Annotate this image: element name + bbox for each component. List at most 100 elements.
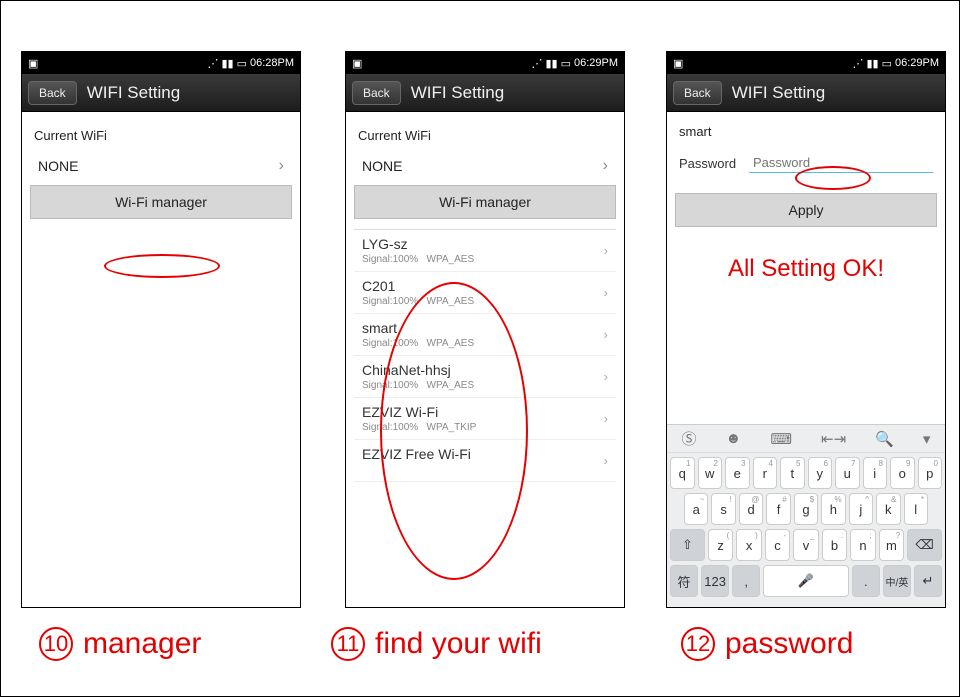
wifi-item[interactable]: EZVIZ Free Wi-Fi › bbox=[354, 440, 616, 482]
wifi-item[interactable]: LYG-szSignal:100% WPA_AES› bbox=[354, 230, 616, 272]
title-bar: Back WIFI Setting bbox=[667, 74, 945, 112]
step-number: 10 bbox=[39, 627, 73, 661]
key-g[interactable]: $g bbox=[794, 493, 818, 525]
chevron-right-icon: › bbox=[604, 243, 608, 258]
step-text: find your wifi bbox=[375, 627, 542, 661]
key-backspace[interactable]: ⌫ bbox=[907, 529, 942, 561]
annotation-circle bbox=[104, 254, 220, 278]
status-time: 06:29PM bbox=[574, 57, 618, 69]
caption-12: 12 password bbox=[681, 627, 853, 661]
chevron-right-icon: › bbox=[604, 327, 608, 342]
current-wifi-label: Current WiFi bbox=[358, 128, 616, 143]
status-bar: ▣ ⋰ ▮▮ ▭ 06:29PM bbox=[346, 52, 624, 74]
signal-icon: ▮▮ bbox=[866, 57, 878, 70]
wifi-icon: ⋰ bbox=[207, 57, 218, 70]
kb-row-4: 符 123 , 🎤 . 中/英 ↵ bbox=[670, 565, 942, 597]
key-q[interactable]: 1q bbox=[670, 457, 695, 489]
key-f[interactable]: #f bbox=[766, 493, 790, 525]
collapse-icon[interactable]: ▾ bbox=[923, 430, 931, 448]
phone-2: ▣ ⋰ ▮▮ ▭ 06:29PM Back WIFI Setting Curre… bbox=[345, 51, 625, 608]
key-x[interactable]: )x bbox=[736, 529, 761, 561]
key-s[interactable]: !s bbox=[711, 493, 735, 525]
chevron-right-icon: › bbox=[279, 157, 284, 175]
key-y[interactable]: 6y bbox=[808, 457, 833, 489]
page-title: WIFI Setting bbox=[411, 83, 505, 103]
kb-search-icon[interactable]: 🔍 bbox=[875, 430, 894, 448]
key-i[interactable]: 8i bbox=[863, 457, 888, 489]
current-wifi-row[interactable]: NONE › bbox=[30, 147, 292, 185]
key-w[interactable]: 2w bbox=[698, 457, 723, 489]
cursor-icon[interactable]: ⇤⇥ bbox=[821, 430, 846, 448]
status-bar: ▣ ⋰ ▮▮ ▭ 06:29PM bbox=[667, 52, 945, 74]
wifi-item[interactable]: ChinaNet-hhsjSignal:100% WPA_AES› bbox=[354, 356, 616, 398]
chevron-right-icon: › bbox=[604, 411, 608, 426]
key-z[interactable]: (z bbox=[708, 529, 733, 561]
all-ok-text: All Setting OK! bbox=[675, 255, 937, 283]
wifi-item[interactable]: smartSignal:100% WPA_AES› bbox=[354, 314, 616, 356]
key-t[interactable]: 5t bbox=[780, 457, 805, 489]
title-bar: Back WIFI Setting bbox=[346, 74, 624, 112]
wifi-list: LYG-szSignal:100% WPA_AES› C201Signal:10… bbox=[354, 229, 616, 482]
key-v[interactable]: _v bbox=[793, 529, 818, 561]
key-u[interactable]: 7u bbox=[835, 457, 860, 489]
back-button[interactable]: Back bbox=[352, 81, 401, 105]
step-text: manager bbox=[83, 627, 201, 661]
key-r[interactable]: 4r bbox=[753, 457, 778, 489]
battery-icon: ▭ bbox=[561, 57, 571, 70]
signal-icon: ▮▮ bbox=[545, 57, 557, 70]
key-numbers[interactable]: 123 bbox=[701, 565, 729, 597]
back-button[interactable]: Back bbox=[673, 81, 722, 105]
key-k[interactable]: &k bbox=[876, 493, 900, 525]
key-b[interactable]: :b bbox=[822, 529, 847, 561]
battery-icon: ▭ bbox=[237, 57, 247, 70]
emoji-icon[interactable]: ☻ bbox=[726, 430, 742, 447]
kb-layout-icon[interactable]: ⌨ bbox=[770, 430, 792, 448]
soft-keyboard: Ⓢ ☻ ⌨ ⇤⇥ 🔍 ▾ 1q 2w 3e 4r 5t 6y 7u 8i 9o bbox=[667, 424, 945, 607]
key-enter[interactable]: ↵ bbox=[914, 565, 942, 597]
key-n[interactable]: ;n bbox=[850, 529, 875, 561]
kb-row-2: ~a !s @d #f $g %h ^j &k *l bbox=[670, 493, 942, 525]
current-wifi-row[interactable]: NONE › bbox=[354, 147, 616, 185]
signal-icon: ▮▮ bbox=[221, 57, 233, 70]
chevron-right-icon: › bbox=[604, 285, 608, 300]
kb-row-3: ⇧ (z )x -c _v :b ;n ?m ⌫ bbox=[670, 529, 942, 561]
page-title: WIFI Setting bbox=[87, 83, 181, 103]
step-number: 11 bbox=[331, 627, 365, 661]
kb-logo-icon[interactable]: Ⓢ bbox=[682, 428, 697, 449]
current-wifi-label: Current WiFi bbox=[34, 128, 292, 143]
chevron-right-icon: › bbox=[604, 453, 608, 468]
apply-button[interactable]: Apply bbox=[675, 193, 937, 227]
key-shift[interactable]: ⇧ bbox=[670, 529, 705, 561]
screenshot-icon: ▣ bbox=[28, 57, 38, 70]
key-e[interactable]: 3e bbox=[725, 457, 750, 489]
key-a[interactable]: ~a bbox=[684, 493, 708, 525]
key-d[interactable]: @d bbox=[739, 493, 763, 525]
password-input[interactable] bbox=[749, 153, 933, 173]
back-button[interactable]: Back bbox=[28, 81, 77, 105]
key-j[interactable]: ^j bbox=[849, 493, 873, 525]
step-text: password bbox=[725, 627, 853, 661]
wifi-manager-button[interactable]: Wi-Fi manager bbox=[30, 185, 292, 219]
key-language[interactable]: 中/英 bbox=[883, 565, 911, 597]
caption-10: 10 manager bbox=[39, 627, 201, 661]
password-label: Password bbox=[679, 156, 739, 171]
key-space[interactable]: 🎤 bbox=[763, 565, 848, 597]
screenshot-icon: ▣ bbox=[673, 57, 683, 70]
key-p[interactable]: 0p bbox=[918, 457, 943, 489]
wifi-item[interactable]: EZVIZ Wi-FiSignal:100% WPA_TKIP› bbox=[354, 398, 616, 440]
key-o[interactable]: 9o bbox=[890, 457, 915, 489]
key-h[interactable]: %h bbox=[821, 493, 845, 525]
caption-11: 11 find your wifi bbox=[331, 627, 542, 661]
key-symbols[interactable]: 符 bbox=[670, 565, 698, 597]
wifi-item[interactable]: C201Signal:100% WPA_AES› bbox=[354, 272, 616, 314]
key-period[interactable]: . bbox=[852, 565, 880, 597]
screenshot-icon: ▣ bbox=[352, 57, 362, 70]
wifi-manager-button[interactable]: Wi-Fi manager bbox=[354, 185, 616, 219]
key-c[interactable]: -c bbox=[765, 529, 790, 561]
step-number: 12 bbox=[681, 627, 715, 661]
page-title: WIFI Setting bbox=[732, 83, 826, 103]
key-m[interactable]: ?m bbox=[879, 529, 904, 561]
key-l[interactable]: *l bbox=[904, 493, 928, 525]
current-wifi-value: NONE bbox=[38, 158, 78, 174]
key-comma[interactable]: , bbox=[732, 565, 760, 597]
